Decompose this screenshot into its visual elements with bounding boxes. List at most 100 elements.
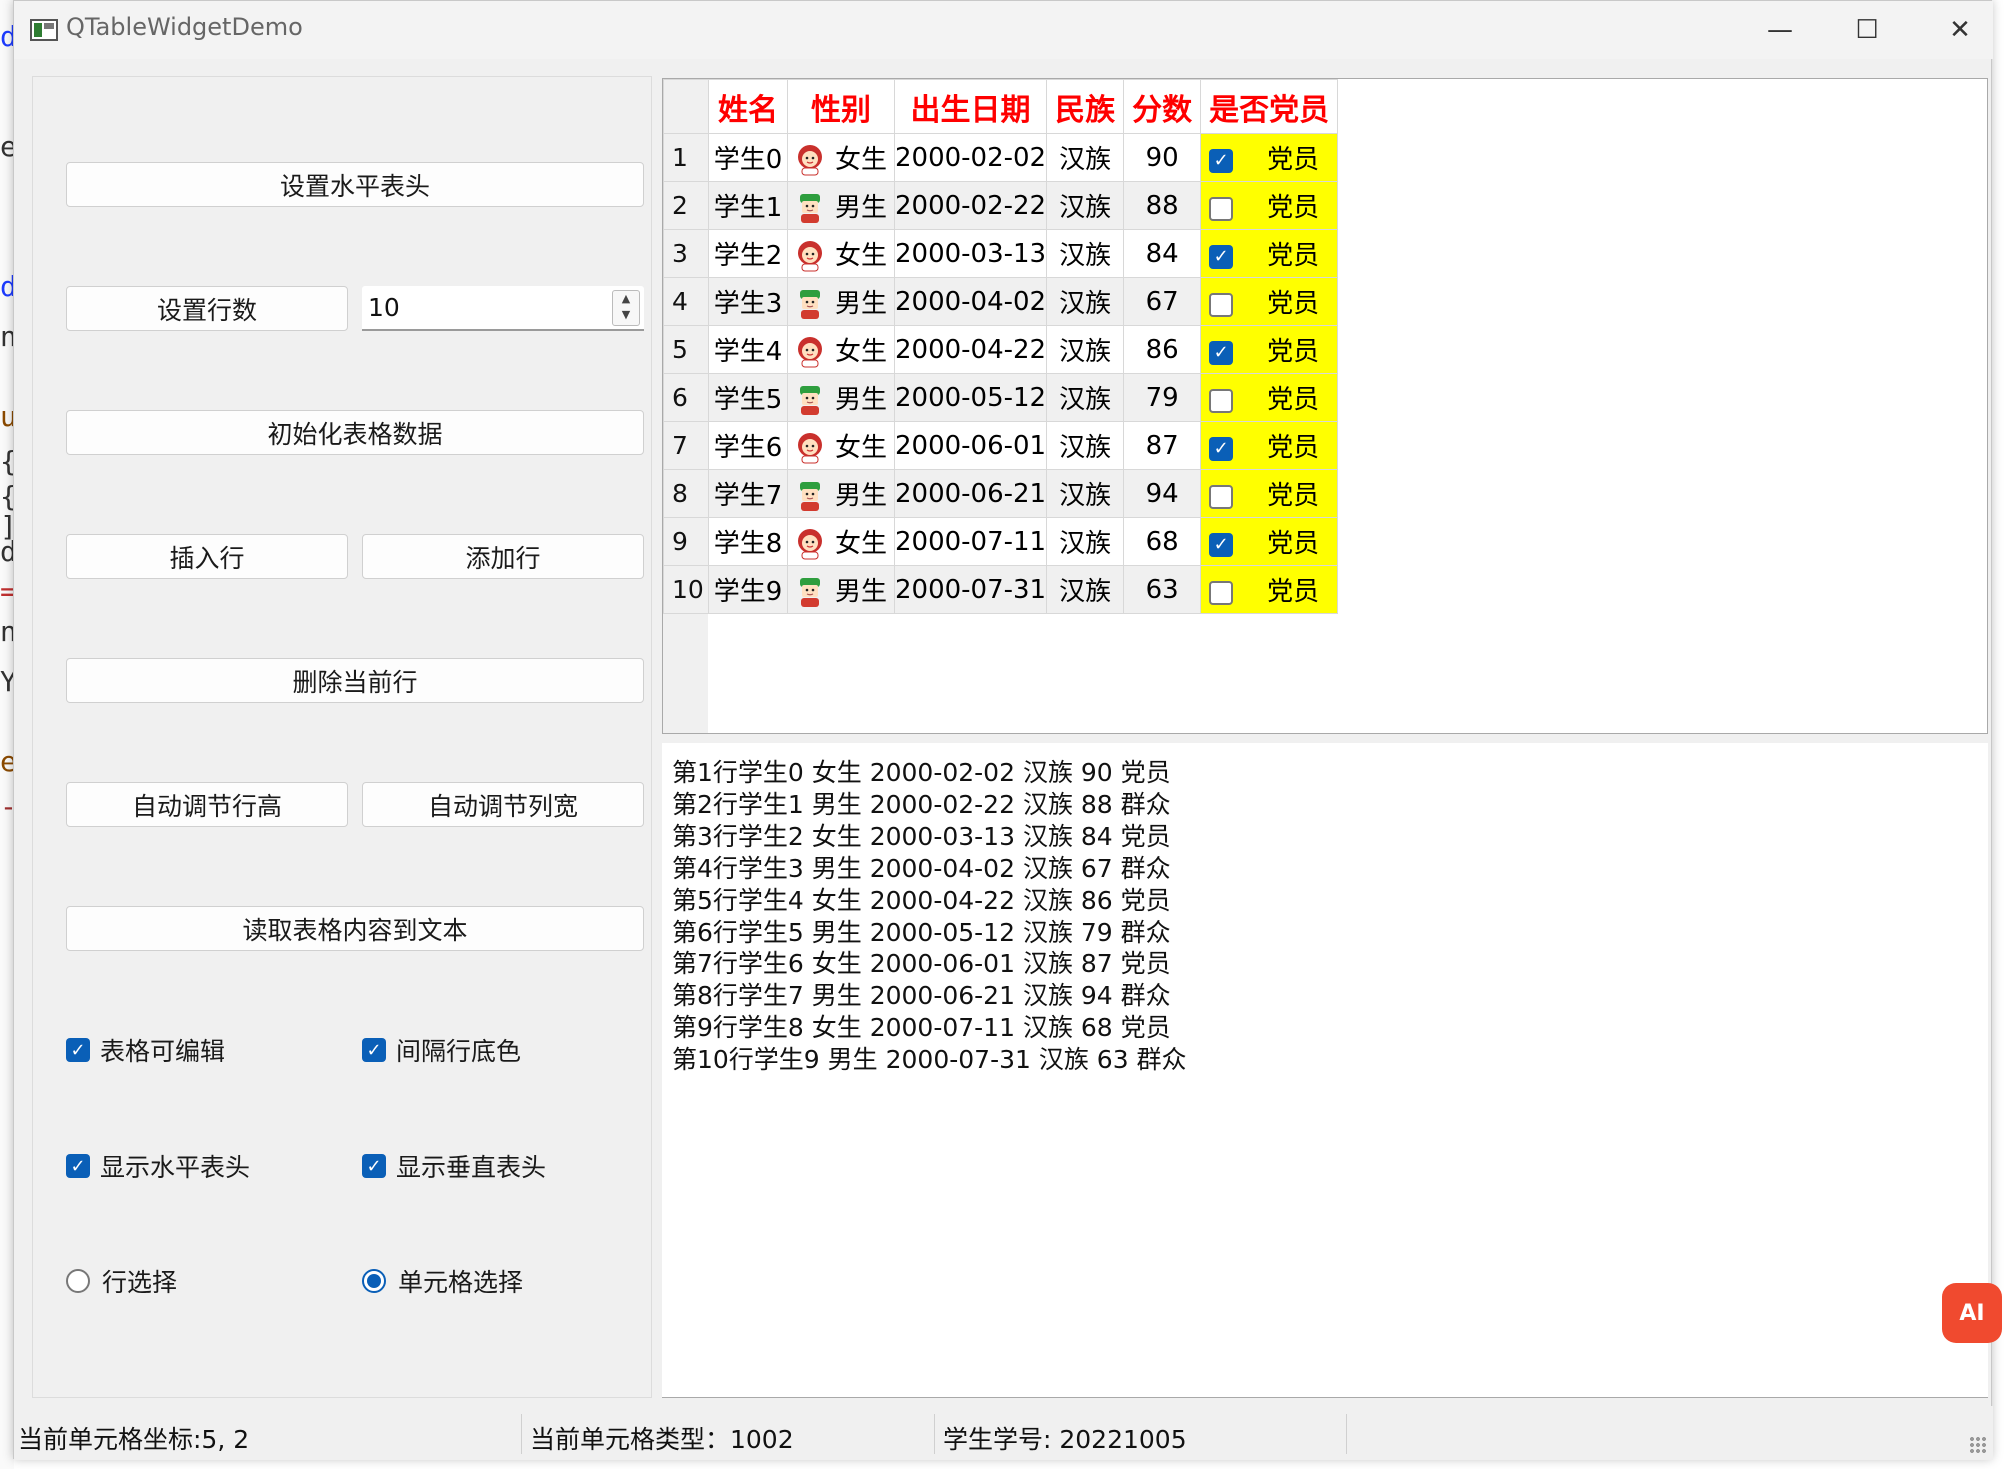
table-row[interactable]: 1 学生0 女生 2000-02-02 汉族 90 ✓ 党员 <box>663 133 1339 182</box>
cell-gender[interactable]: 男生 <box>787 469 895 518</box>
row-header[interactable]: 5 <box>663 325 709 374</box>
cell-gender[interactable]: 女生 <box>787 229 895 278</box>
table-row[interactable]: 7 学生6 女生 2000-06-01 汉族 87 ✓ 党员 <box>663 421 1339 470</box>
cell-party[interactable]: 党员 <box>1200 565 1339 614</box>
cell-party[interactable]: 党员 <box>1200 181 1339 230</box>
row-header[interactable]: 3 <box>663 229 709 278</box>
cell-party[interactable]: ✓ 党员 <box>1200 325 1339 374</box>
auto-row-height-button[interactable]: 自动调节行高 <box>66 782 348 827</box>
cell-nation[interactable]: 汉族 <box>1046 229 1125 278</box>
cell-gender[interactable]: 女生 <box>787 133 895 182</box>
table-row[interactable]: 2 学生1 男生 2000-02-22 汉族 88 党员 <box>663 181 1339 230</box>
cell-party[interactable]: ✓ 党员 <box>1200 421 1339 470</box>
cell-birthdate[interactable]: 2000-02-22 <box>893 181 1048 230</box>
header-name[interactable]: 姓名 <box>708 79 788 134</box>
cell-birthdate[interactable]: 2000-05-12 <box>893 373 1048 422</box>
cell-nation[interactable]: 汉族 <box>1046 133 1125 182</box>
row-header[interactable]: 2 <box>663 181 709 230</box>
checkbox-unchecked-icon[interactable] <box>1209 292 1234 317</box>
checkbox-checked-icon[interactable]: ✓ <box>1209 244 1234 269</box>
cell-score[interactable]: 94 <box>1123 469 1202 518</box>
checkbox-unchecked-icon[interactable] <box>1209 580 1234 605</box>
row-header[interactable]: 1 <box>663 133 709 182</box>
cell-score[interactable]: 67 <box>1123 277 1202 326</box>
cell-birthdate[interactable]: 2000-07-31 <box>893 565 1048 614</box>
checkbox-unchecked-icon[interactable] <box>1209 388 1234 413</box>
cell-party[interactable]: ✓ 党员 <box>1200 133 1339 182</box>
corner-button[interactable] <box>663 79 709 134</box>
cell-nation[interactable]: 汉族 <box>1046 565 1125 614</box>
row-header[interactable]: 8 <box>663 469 709 518</box>
cell-nation[interactable]: 汉族 <box>1046 325 1125 374</box>
set-header-button[interactable]: 设置水平表头 <box>66 162 644 207</box>
cell-name[interactable]: 学生8 <box>708 517 788 566</box>
read-to-text-button[interactable]: 读取表格内容到文本 <box>66 906 644 951</box>
cell-gender[interactable]: 男生 <box>787 565 895 614</box>
add-row-button[interactable]: 添加行 <box>362 534 644 579</box>
cell-score[interactable]: 68 <box>1123 517 1202 566</box>
cell-gender[interactable]: 女生 <box>787 517 895 566</box>
cell-name[interactable]: 学生7 <box>708 469 788 518</box>
alt-row-color-checkbox[interactable]: ✓ 间隔行底色 <box>362 1032 521 1068</box>
header-birthdate[interactable]: 出生日期 <box>893 79 1048 134</box>
cell-select-radio[interactable]: 单元格选择 <box>362 1263 523 1299</box>
header-party[interactable]: 是否党员 <box>1200 79 1339 134</box>
cell-nation[interactable]: 汉族 <box>1046 469 1125 518</box>
checkbox-unchecked-icon[interactable] <box>1209 196 1234 221</box>
header-gender[interactable]: 性别 <box>787 79 895 134</box>
header-score[interactable]: 分数 <box>1123 79 1202 134</box>
row-header[interactable]: 7 <box>663 421 709 470</box>
init-data-button[interactable]: 初始化表格数据 <box>66 410 644 455</box>
show-v-header-checkbox[interactable]: ✓ 显示垂直表头 <box>362 1148 546 1184</box>
cell-nation[interactable]: 汉族 <box>1046 373 1125 422</box>
cell-nation[interactable]: 汉族 <box>1046 181 1125 230</box>
table-row[interactable]: 3 学生2 女生 2000-03-13 汉族 84 ✓ 党员 <box>663 229 1339 278</box>
row-header[interactable]: 4 <box>663 277 709 326</box>
set-rows-button[interactable]: 设置行数 <box>66 286 348 331</box>
insert-row-button[interactable]: 插入行 <box>66 534 348 579</box>
cell-birthdate[interactable]: 2000-03-13 <box>893 229 1048 278</box>
cell-name[interactable]: 学生1 <box>708 181 788 230</box>
row-count-spinbox[interactable]: 10 ▲ ▼ <box>362 286 644 331</box>
cell-gender[interactable]: 男生 <box>787 181 895 230</box>
table-row[interactable]: 9 学生8 女生 2000-07-11 汉族 68 ✓ 党员 <box>663 517 1339 566</box>
row-header[interactable]: 9 <box>663 517 709 566</box>
cell-score[interactable]: 90 <box>1123 133 1202 182</box>
cell-gender[interactable]: 女生 <box>787 421 895 470</box>
table-row[interactable]: 4 学生3 男生 2000-04-02 汉族 67 党员 <box>663 277 1339 326</box>
close-button[interactable]: ✕ <box>1914 1 2005 59</box>
cell-score[interactable]: 79 <box>1123 373 1202 422</box>
cell-gender[interactable]: 男生 <box>787 373 895 422</box>
cell-name[interactable]: 学生9 <box>708 565 788 614</box>
cell-score[interactable]: 84 <box>1123 229 1202 278</box>
cell-party[interactable]: 党员 <box>1200 277 1339 326</box>
student-table[interactable]: 姓名 性别 出生日期 民族 分数 是否党员 1 学生0 女生 2000-02-02 汉族… <box>662 78 1988 734</box>
spin-arrows-icon[interactable]: ▲ ▼ <box>612 290 640 326</box>
cell-birthdate[interactable]: 2000-04-22 <box>893 325 1048 374</box>
show-h-header-checkbox[interactable]: ✓ 显示水平表头 <box>66 1148 250 1184</box>
cell-name[interactable]: 学生4 <box>708 325 788 374</box>
cell-score[interactable]: 87 <box>1123 421 1202 470</box>
table-row[interactable]: 6 学生5 男生 2000-05-12 汉族 79 党员 <box>663 373 1339 422</box>
cell-party[interactable]: 党员 <box>1200 373 1339 422</box>
ai-assistant-button[interactable]: AI <box>1942 1283 2002 1343</box>
table-row[interactable]: 5 学生4 女生 2000-04-22 汉族 86 ✓ 党员 <box>663 325 1339 374</box>
cell-score[interactable]: 86 <box>1123 325 1202 374</box>
cell-name[interactable]: 学生6 <box>708 421 788 470</box>
resize-grip-icon[interactable] <box>1969 1436 1987 1454</box>
checkbox-checked-icon[interactable]: ✓ <box>1209 340 1234 365</box>
table-row[interactable]: 8 学生7 男生 2000-06-21 汉族 94 党员 <box>663 469 1339 518</box>
cell-gender[interactable]: 女生 <box>787 325 895 374</box>
editable-checkbox[interactable]: ✓ 表格可编辑 <box>66 1032 225 1068</box>
cell-party[interactable]: 党员 <box>1200 469 1339 518</box>
delete-row-button[interactable]: 删除当前行 <box>66 658 644 703</box>
cell-birthdate[interactable]: 2000-06-01 <box>893 421 1048 470</box>
row-select-radio[interactable]: 行选择 <box>66 1263 177 1299</box>
auto-col-width-button[interactable]: 自动调节列宽 <box>362 782 644 827</box>
checkbox-checked-icon[interactable]: ✓ <box>1209 532 1234 557</box>
checkbox-checked-icon[interactable]: ✓ <box>1209 148 1234 173</box>
cell-birthdate[interactable]: 2000-04-02 <box>893 277 1048 326</box>
cell-nation[interactable]: 汉族 <box>1046 421 1125 470</box>
cell-name[interactable]: 学生5 <box>708 373 788 422</box>
cell-birthdate[interactable]: 2000-06-21 <box>893 469 1048 518</box>
